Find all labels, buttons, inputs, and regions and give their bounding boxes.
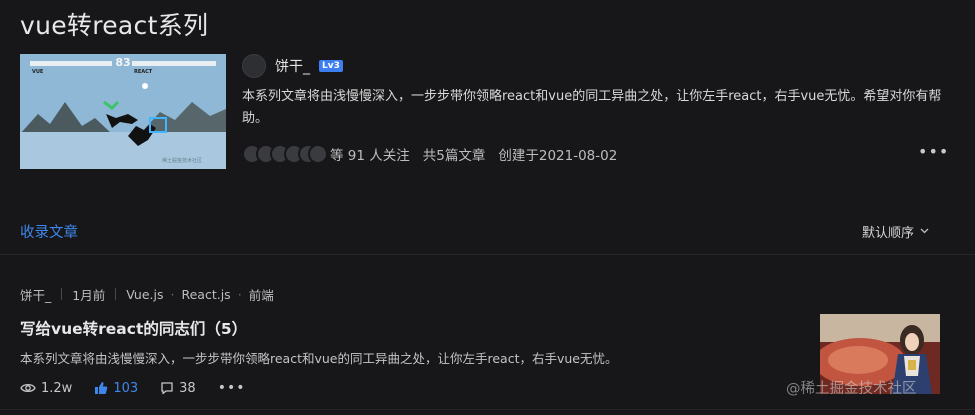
article-more-icon[interactable]: ••• xyxy=(218,380,246,396)
cover-player1: VUE xyxy=(32,69,44,75)
tabs-divider xyxy=(0,254,975,255)
article-author[interactable]: 饼干_ xyxy=(20,285,51,304)
meta-separator xyxy=(61,288,63,300)
series-stats: 等 91 人关注 共5篇文章 创建于2021-08-02 xyxy=(242,143,630,165)
sort-label: 默认顺序 xyxy=(862,226,915,241)
cover-player2: REACT xyxy=(134,69,153,75)
follower-count: 等 91 人关注 xyxy=(330,148,410,164)
article-title[interactable]: 写给vue转react的同志们（5） xyxy=(20,317,247,339)
cover-watermark: 稀土掘金技术社区 xyxy=(162,158,203,164)
series-title: vue转react系列 xyxy=(20,11,209,40)
series-author[interactable]: 饼干_ Lv3 xyxy=(242,54,343,78)
article-tag[interactable]: Vue.js xyxy=(126,287,163,302)
cover-score: 83 xyxy=(115,56,131,69)
article-divider xyxy=(0,409,975,410)
comment-count: 38 xyxy=(179,380,196,396)
series-description: 本系列文章将由浅慢慢深入，一步步带你领略react和vue的同工异曲之处，让你左… xyxy=(242,89,942,126)
article-actions: 1.2w 103 38 ••• xyxy=(20,378,245,398)
article-tag[interactable]: 前端 xyxy=(249,285,274,304)
comment-icon xyxy=(161,382,173,395)
chevron-down-icon xyxy=(920,227,929,237)
tag-dot: · xyxy=(170,286,175,302)
level-badge: Lv3 xyxy=(319,60,343,72)
article-meta: 饼干_ 1月前 Vue.js · React.js · 前端 xyxy=(20,285,274,303)
view-count: 1.2w xyxy=(20,381,72,396)
tag-dot: · xyxy=(237,286,242,302)
sort-dropdown[interactable]: 默认顺序 xyxy=(862,222,929,241)
article-tag[interactable]: React.js xyxy=(181,287,230,302)
article-count: 共5篇文章 xyxy=(422,148,486,164)
article-time: 1月前 xyxy=(72,287,106,303)
follower-avatars[interactable] xyxy=(242,144,330,164)
like-count: 103 xyxy=(113,380,139,396)
series-more-icon[interactable]: ••• xyxy=(918,142,949,161)
thumbs-up-icon xyxy=(95,382,108,394)
author-avatar[interactable] xyxy=(242,54,266,78)
cover-illustration xyxy=(20,54,226,169)
meta-separator xyxy=(115,288,117,300)
follower-avatar xyxy=(308,144,328,164)
author-name[interactable]: 饼干_ xyxy=(275,56,310,76)
site-watermark: @稀土掘金技术社区 xyxy=(786,381,917,397)
series-cover-image[interactable]: 83 VUE REACT 稀土掘金技术社区 xyxy=(20,54,226,169)
created-date: 创建于2021-08-02 xyxy=(498,148,618,164)
tab-collected-articles[interactable]: 收录文章 xyxy=(20,221,78,242)
comment-button[interactable]: 38 xyxy=(160,381,196,396)
eye-icon xyxy=(20,383,36,393)
like-button[interactable]: 103 xyxy=(94,381,138,396)
view-count-value: 1.2w xyxy=(41,380,73,396)
article-description[interactable]: 本系列文章将由浅慢慢深入，一步步带你领略react和vue的同工异曲之处，让你左… xyxy=(20,348,618,367)
